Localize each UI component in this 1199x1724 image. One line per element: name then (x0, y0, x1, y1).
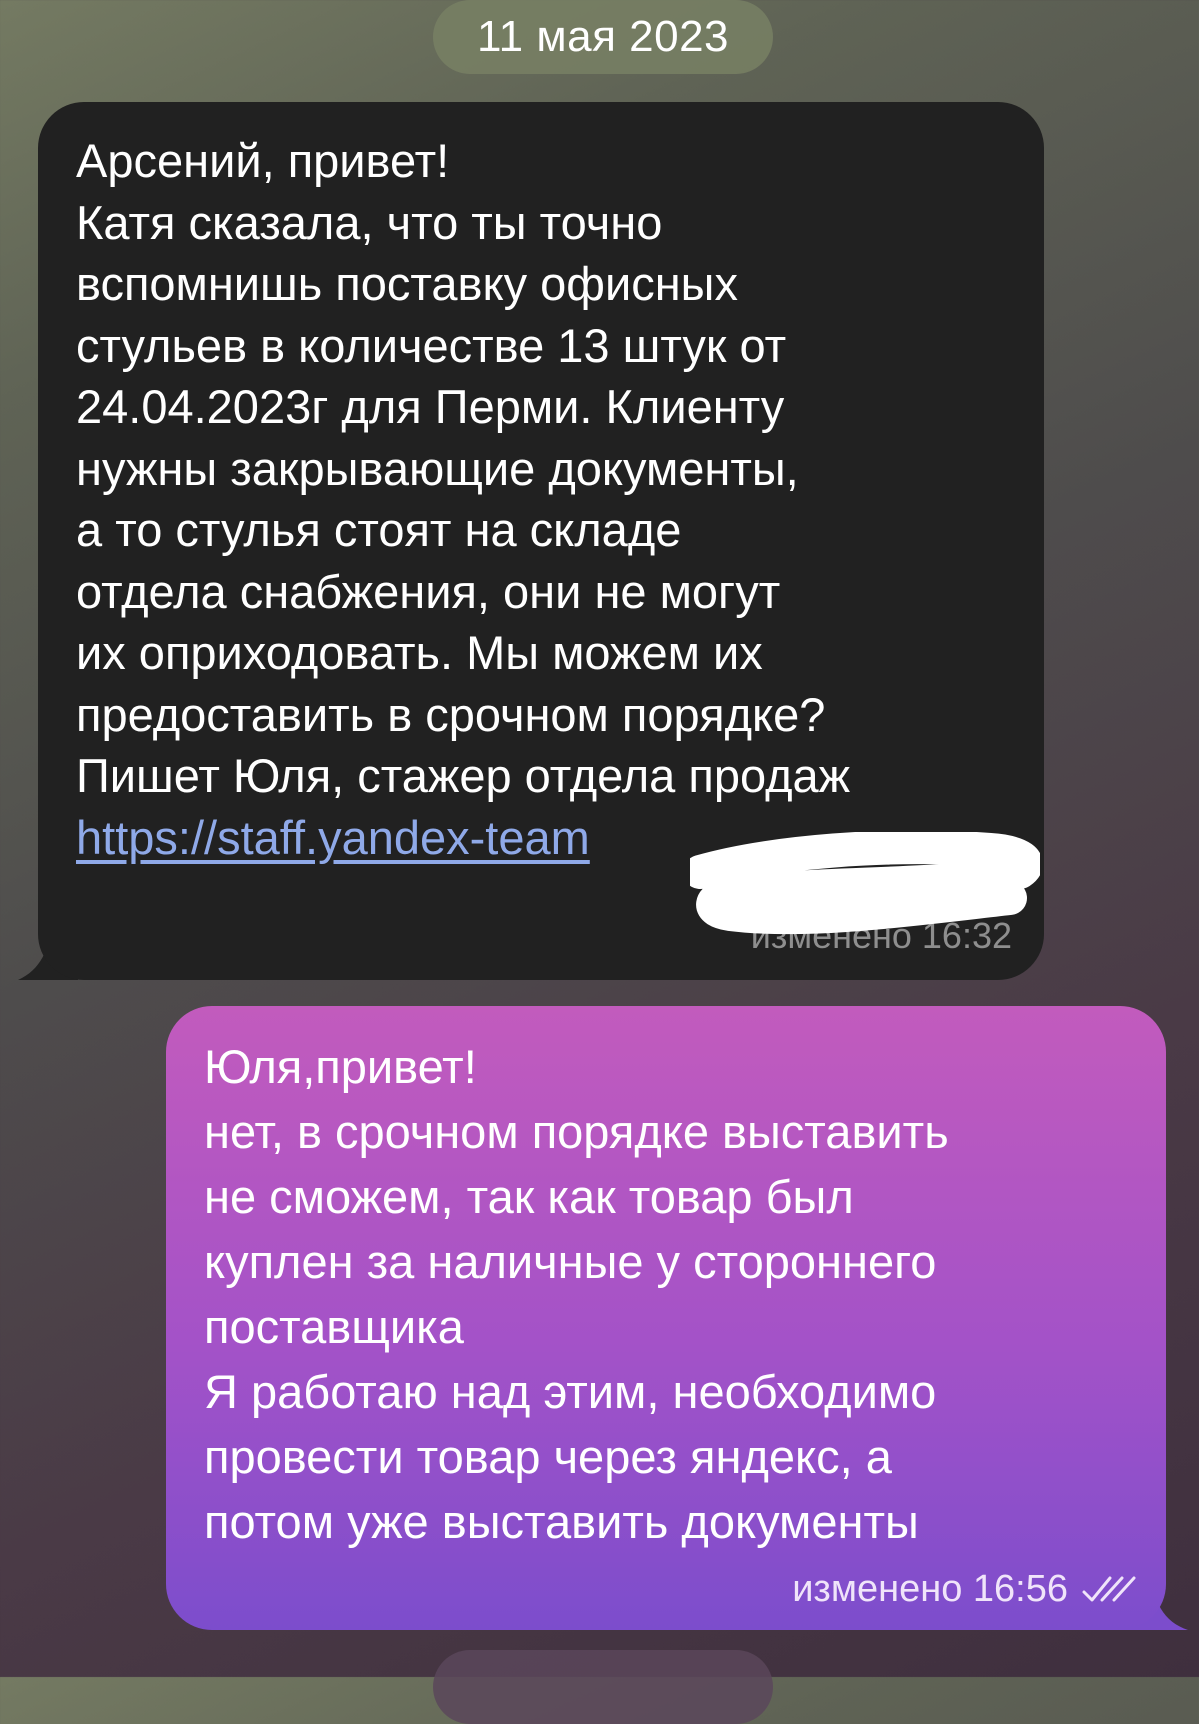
message-text-line: отдела снабжения, они не могут (76, 564, 781, 618)
message-text-line: стульев в количестве 13 штук от (76, 318, 787, 372)
message-text-line: поставщика (204, 1300, 464, 1353)
message-text-line: Катя сказала, что ты точно (76, 195, 663, 249)
message-text-line: куплен за наличные у стороннего (204, 1235, 937, 1288)
redaction-scribble (690, 832, 1040, 935)
message-text-line: Пишет Юля, стажер отдела продаж (76, 749, 851, 802)
message-text-line: 24.04.2023г для Перми. Клиенту (76, 380, 785, 433)
message-text-line: нужны закрывающие документы, (76, 441, 799, 495)
message-text-line: потом уже выставить документы (204, 1495, 919, 1548)
message-text-line: не сможем, так как товар был (204, 1170, 854, 1223)
outgoing-message-bubble[interactable]: Юля,привет! нет, в срочном порядке выста… (166, 1006, 1166, 1630)
message-text-line: а то стулья стоят на складе (76, 503, 682, 556)
date-separator-partial (433, 1650, 773, 1724)
message-text-line: их оприходовать. Мы можем их (76, 626, 763, 679)
message-text-line: нет, в срочном порядке выставить (204, 1105, 949, 1158)
outgoing-message-edited-time: изменено 16:56 (792, 1568, 1068, 1610)
message-text-line: Арсений, привет! (76, 134, 450, 187)
double-check-icon (1082, 1576, 1136, 1602)
message-text-line: Юля,привет! (204, 1040, 477, 1093)
outgoing-message-meta: изменено 16:56 (792, 1568, 1138, 1610)
message-text-line: провести товар через яндекс, а (204, 1430, 892, 1483)
date-separator: 11 мая 2023 (433, 0, 773, 74)
message-text-line: вспомнишь поставку офисных (76, 257, 738, 310)
message-text-line: Я работаю над этим, необходимо (204, 1365, 937, 1418)
message-text-line: предоставить в срочном порядке? (76, 687, 826, 741)
